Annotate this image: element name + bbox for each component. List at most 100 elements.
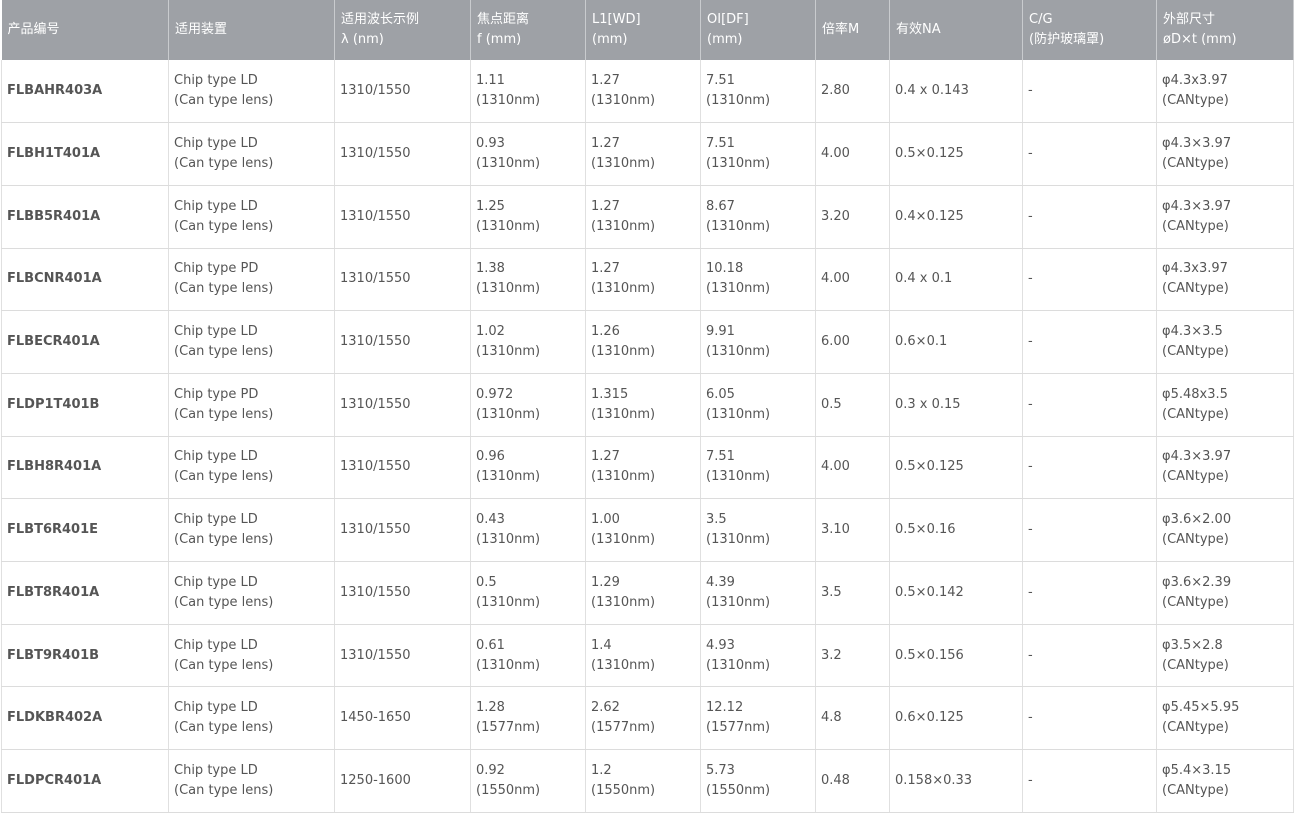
device-cell: Chip type PD (Can type lens) — [168, 373, 335, 437]
table-row: FLBAHR403A Chip type LD (Can type lens) 131… — [1, 60, 1294, 124]
outer-dimensions-cell-line: φ4.3x3.97 — [1162, 73, 1228, 89]
focal-length-cell-line: (1310nm) — [476, 532, 541, 548]
outer-dimensions-cell-line: φ5.45×5.95 — [1162, 700, 1240, 716]
header-cover-glass[interactable]: C/G (防护玻璃罩) — [1022, 0, 1157, 60]
l1-wd-cell-line: 1.4 — [591, 637, 612, 653]
focal-length-cell: 1.11 (1310nm) — [470, 60, 586, 124]
cover-glass-cell: - — [1022, 122, 1157, 186]
focal-length-cell-line: 0.43 — [476, 512, 505, 528]
header-effective-na[interactable]: 有效NA — [889, 0, 1023, 60]
outer-dimensions-cell-line: (CANtype) — [1162, 532, 1229, 548]
product-number-link[interactable]: FLBT8R401A — [1, 561, 169, 625]
oi-df-cell-line: (1310nm) — [706, 93, 771, 109]
oi-df-cell-line: (1310nm) — [706, 344, 771, 360]
magnification-cell: 0.48 — [815, 749, 890, 813]
header-oi-df[interactable]: OI[DF] (mm) — [700, 0, 816, 60]
header-wavelength[interactable]: 适用波长示例 λ (nm) — [334, 0, 471, 60]
focal-length-cell-line: 0.92 — [476, 762, 505, 778]
header-focal-length[interactable]: 焦点距离 f (mm) — [470, 0, 586, 60]
outer-dimensions-cell: φ4.3x3.97 (CANtype) — [1156, 60, 1294, 124]
header-applicable-device[interactable]: 适用装置 — [168, 0, 335, 60]
magnification-cell: 3.10 — [815, 498, 890, 562]
focal-length-cell-line: 0.93 — [476, 136, 505, 152]
oi-df-cell-line: 8.67 — [706, 198, 735, 214]
table-row: FLBECR401A Chip type LD (Can type lens) 131… — [1, 310, 1294, 374]
magnification-cell: 0.5 — [815, 373, 890, 437]
outer-dimensions-cell-line: (CANtype) — [1162, 594, 1229, 610]
focal-length-cell: 0.972 (1310nm) — [470, 373, 586, 437]
device-cell: Chip type LD (Can type lens) — [168, 624, 335, 688]
outer-dimensions-cell: φ5.4×3.15 (CANtype) — [1156, 749, 1294, 813]
product-number-link[interactable]: FLBB5R401A — [1, 185, 169, 249]
outer-dimensions-cell-line: φ4.3×3.97 — [1162, 198, 1232, 214]
wavelength-cell: 1310/1550 — [334, 436, 471, 500]
header-magnification[interactable]: 倍率M — [815, 0, 890, 60]
device-cell-line: Chip type PD — [174, 261, 259, 277]
device-cell-line: (Can type lens) — [174, 218, 274, 234]
product-number-link[interactable]: FLBH8R401A — [1, 436, 169, 500]
oi-df-cell-line: 4.93 — [706, 637, 735, 653]
l1-wd-cell-line: 1.27 — [591, 449, 620, 465]
product-number-link[interactable]: FLDPCR401A — [1, 749, 169, 813]
product-number-link[interactable]: FLBH1T401A — [1, 122, 169, 186]
l1-wd-cell-line: (1310nm) — [591, 93, 656, 109]
focal-length-cell-line: 1.28 — [476, 700, 505, 716]
l1-wd-cell: 1.27 (1310nm) — [585, 60, 701, 124]
l1-wd-cell-line: 1.27 — [591, 136, 620, 152]
table-row: FLBH1T401A Chip type LD (Can type lens) 131… — [1, 122, 1294, 186]
product-number-link[interactable]: FLBT6R401E — [1, 498, 169, 562]
product-number-link[interactable]: FLDKBR402A — [1, 686, 169, 751]
l1-wd-cell: 1.27 (1310nm) — [585, 185, 701, 249]
magnification-cell: 3.5 — [815, 561, 890, 625]
table-row: FLBH8R401A Chip type LD (Can type lens) 131… — [1, 436, 1294, 500]
l1-wd-cell-line: 1.27 — [591, 198, 620, 214]
l1-wd-cell-line: 1.27 — [591, 261, 620, 277]
oi-df-cell: 7.51 (1310nm) — [700, 122, 816, 186]
l1-wd-cell-line: (1310nm) — [591, 469, 656, 485]
header-l1-wd[interactable]: L1[WD] (mm) — [585, 0, 701, 60]
header-outer-dimensions[interactable]: 外部尺寸 øD×t (mm) — [1156, 0, 1294, 60]
outer-dimensions-cell-line: (CANtype) — [1162, 720, 1229, 736]
oi-df-cell-line: 7.51 — [706, 73, 735, 89]
wavelength-cell: 1250-1600 — [334, 749, 471, 813]
focal-length-cell-line: (1310nm) — [476, 218, 541, 234]
device-cell: Chip type LD (Can type lens) — [168, 310, 335, 374]
focal-length-cell-line: (1310nm) — [476, 594, 541, 610]
effective-na-cell: 0.5×0.125 — [889, 122, 1023, 186]
wavelength-cell: 1310/1550 — [334, 185, 471, 249]
cover-glass-cell: - — [1022, 498, 1157, 562]
effective-na-cell: 0.5×0.125 — [889, 436, 1023, 500]
product-number-link[interactable]: FLBECR401A — [1, 310, 169, 374]
outer-dimensions-cell: φ4.3×3.97 (CANtype) — [1156, 185, 1294, 249]
oi-df-cell-line: 4.39 — [706, 574, 735, 590]
effective-na-cell: 0.5×0.156 — [889, 624, 1023, 688]
device-cell-line: Chip type LD — [174, 73, 258, 89]
focal-length-cell-line: (1310nm) — [476, 93, 541, 109]
product-number-link[interactable]: FLBCNR401A — [1, 248, 169, 312]
oi-df-cell-line: (1310nm) — [706, 657, 771, 673]
product-number-link[interactable]: FLBT9R401B — [1, 624, 169, 688]
wavelength-cell: 1310/1550 — [334, 373, 471, 437]
table-row: FLDP1T401B Chip type PD (Can type lens) 131… — [1, 373, 1294, 437]
table-row: FLBCNR401A Chip type PD (Can type lens) 131… — [1, 248, 1294, 312]
header-product-number[interactable]: 产品编号 — [1, 0, 169, 60]
outer-dimensions-cell-line: (CANtype) — [1162, 657, 1229, 673]
l1-wd-cell: 2.62 (1577nm) — [585, 686, 701, 751]
device-cell-line: Chip type LD — [174, 574, 258, 590]
device-cell-line: Chip type LD — [174, 512, 258, 528]
oi-df-cell: 10.18 (1310nm) — [700, 248, 816, 312]
magnification-cell: 3.2 — [815, 624, 890, 688]
outer-dimensions-cell-line: (CANtype) — [1162, 281, 1229, 297]
table-row: FLBT8R401A Chip type LD (Can type lens) 131… — [1, 561, 1294, 625]
l1-wd-cell: 1.2 (1550nm) — [585, 749, 701, 813]
magnification-cell: 2.80 — [815, 60, 890, 124]
l1-wd-cell-line: 1.2 — [591, 762, 612, 778]
product-number-link[interactable]: FLBAHR403A — [1, 60, 169, 124]
l1-wd-cell: 1.27 (1310nm) — [585, 122, 701, 186]
product-number-link[interactable]: FLDP1T401B — [1, 373, 169, 437]
focal-length-cell: 1.28 (1577nm) — [470, 686, 586, 751]
l1-wd-cell-line: 1.26 — [591, 324, 620, 340]
device-cell-line: (Can type lens) — [174, 594, 274, 610]
effective-na-cell: 0.4 x 0.143 — [889, 60, 1023, 124]
outer-dimensions-cell-line: (CANtype) — [1162, 406, 1229, 422]
